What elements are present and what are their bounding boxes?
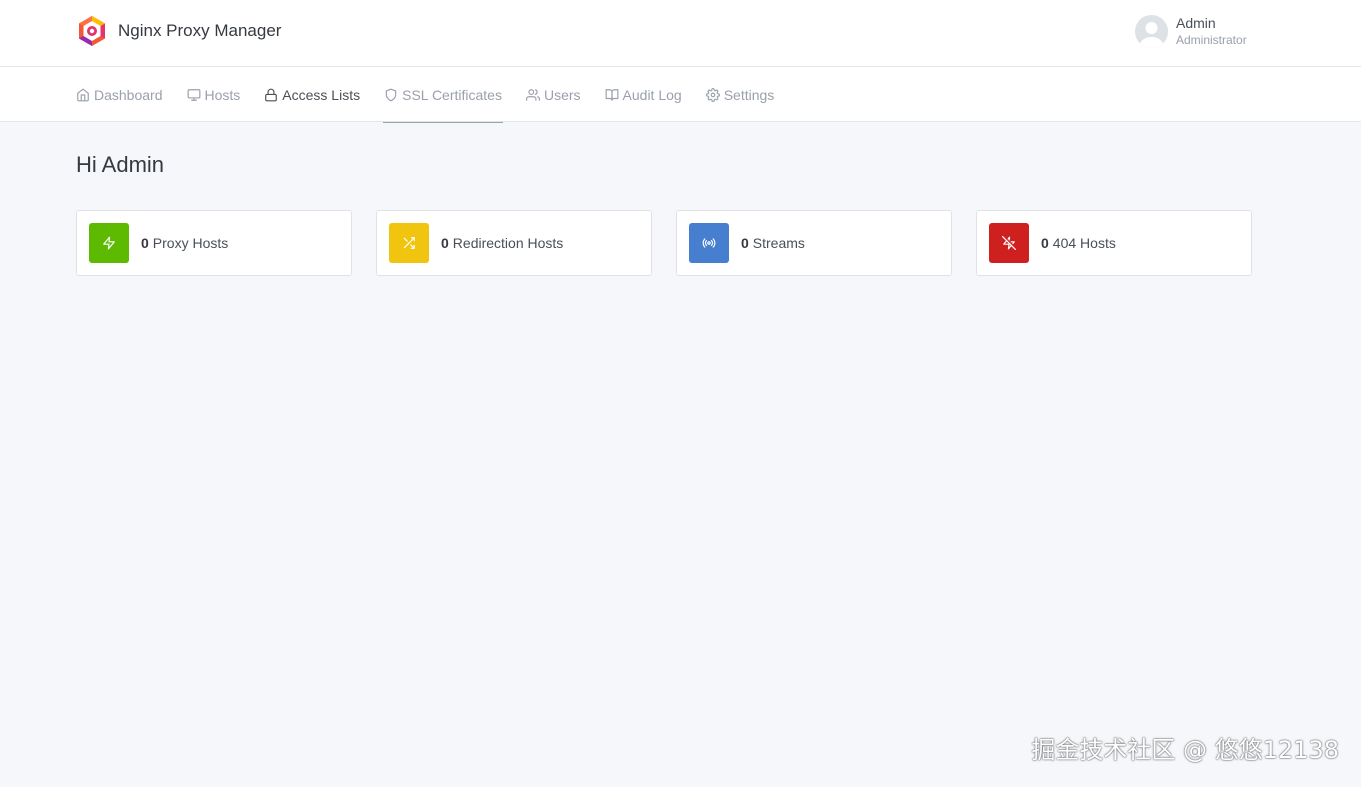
- dead-hosts-stamp: [989, 223, 1029, 263]
- streams-count: 0: [741, 235, 749, 251]
- zap-icon: [103, 236, 115, 250]
- avatar: [1135, 15, 1168, 48]
- streams-card[interactable]: 0 Streams: [676, 210, 952, 276]
- nav-hosts-label: Hosts: [204, 86, 241, 103]
- watermark: 掘金技术社区 @ 悠悠12138: [1031, 736, 1339, 764]
- user-menu[interactable]: Admin Administrator: [1135, 15, 1247, 48]
- nav-access-lists-label: Access Lists: [282, 86, 361, 103]
- nginx-proxy-manager-logo: [79, 16, 105, 46]
- monitor-icon: [187, 88, 201, 102]
- user-name: Admin: [1176, 15, 1216, 32]
- dead-hosts-card[interactable]: 0 404 Hosts: [976, 210, 1252, 276]
- streams-stamp: [689, 223, 729, 263]
- top-header: Nginx Proxy Manager Admin Administrator: [0, 0, 1361, 67]
- nav-audit-log-label: Audit Log: [622, 86, 682, 103]
- nav-settings-label: Settings: [723, 86, 775, 103]
- book-icon: [605, 88, 619, 102]
- nav-hosts[interactable]: Hosts: [187, 67, 241, 122]
- redirection-hosts-card[interactable]: 0 Redirection Hosts: [376, 210, 652, 276]
- proxy-hosts-count: 0: [141, 235, 149, 251]
- redirection-hosts-count: 0: [441, 235, 449, 251]
- nav-audit-log[interactable]: Audit Log: [605, 67, 682, 122]
- main-nav: Dashboard Hosts Access Lists SSL Certifi…: [0, 67, 1361, 123]
- gear-icon: [705, 87, 720, 102]
- nav-settings[interactable]: Settings: [705, 67, 775, 122]
- streams-label: Streams: [752, 235, 805, 251]
- radio-icon: [702, 238, 716, 248]
- brand[interactable]: Nginx Proxy Manager: [77, 15, 281, 47]
- nav-users-label: Users: [543, 86, 581, 103]
- nav-ssl-certificates[interactable]: SSL Certificates: [383, 67, 503, 123]
- app-title: Nginx Proxy Manager: [118, 21, 282, 40]
- nav-ssl-certificates-label: SSL Certificates: [402, 86, 502, 103]
- zap-off-icon: [1002, 236, 1016, 250]
- dead-hosts-count: 0: [1041, 235, 1049, 251]
- home-icon: [76, 88, 90, 102]
- nav-dashboard-label: Dashboard: [94, 86, 163, 103]
- dead-hosts-label: 404 Hosts: [1052, 235, 1116, 251]
- users-icon: [525, 88, 540, 102]
- nav-dashboard[interactable]: Dashboard: [76, 67, 163, 122]
- stats-cards: 0 Proxy Hosts 0 Redirection Hosts 0 Streams…: [76, 210, 1252, 276]
- shield-icon: [384, 88, 398, 102]
- lock-icon: [264, 88, 278, 102]
- user-role: Administrator: [1176, 33, 1247, 48]
- redirection-hosts-stamp: [389, 223, 429, 263]
- proxy-hosts-label: Proxy Hosts: [152, 235, 229, 251]
- shuffle-icon: [403, 237, 415, 249]
- proxy-hosts-stamp: [89, 223, 129, 263]
- proxy-hosts-card[interactable]: 0 Proxy Hosts: [76, 210, 352, 276]
- nav-access-lists[interactable]: Access Lists: [264, 67, 360, 122]
- redirection-hosts-label: Redirection Hosts: [452, 235, 564, 251]
- nav-users[interactable]: Users: [525, 67, 581, 122]
- page-title: Hi Admin: [76, 152, 165, 177]
